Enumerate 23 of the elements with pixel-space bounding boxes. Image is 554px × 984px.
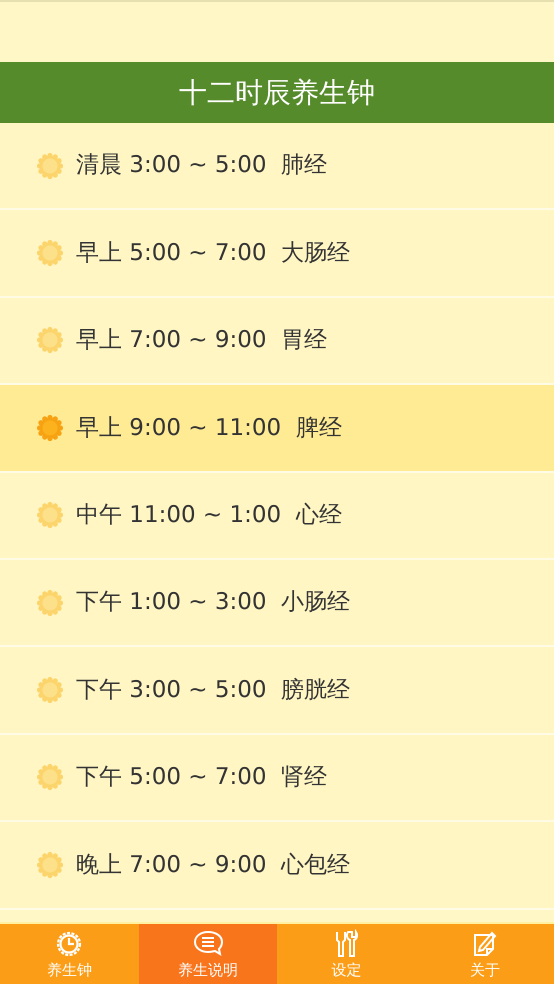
screen-title: 十二时辰养生钟 [179,74,375,110]
sun-icon [36,414,64,442]
row-label: 下午 3:00 ~ 5:00 膀胱经 [76,676,350,705]
row-label: 下午 1:00 ~ 3:00 小肠经 [76,588,350,618]
sun-icon [36,850,64,879]
sun-icon [36,239,64,268]
row-label: 中午 11:00 ~ 1:00 心经 [76,501,342,530]
row-label: 清晨 3:00 ~ 5:00 肺经 [76,151,328,180]
row-label: 下午 5:00 ~ 7:00 肾经 [76,763,328,792]
sun-icon [36,152,64,180]
row-label: 早上 7:00 ~ 9:00 胃经 [76,326,328,356]
sun-icon [36,326,64,354]
list-row[interactable]: 中午 11:00 ~ 1:00 心经 [0,472,554,560]
sun-icon [36,501,64,530]
list-row[interactable]: 早上 9:00 ~ 11:00 脾经 [0,385,554,473]
sun-icon [36,676,64,704]
row-label: 晚上 7:00 ~ 9:00 心包经 [76,850,350,880]
sun-icon [36,763,64,792]
sun-icon [36,588,64,617]
list-row[interactable]: 下午 5:00 ~ 7:00 肾经 [0,734,554,822]
row-label: 早上 5:00 ~ 7:00 大肠经 [76,238,350,268]
chat-icon [192,928,224,959]
row-label: 早上 9:00 ~ 11:00 脾经 [76,414,342,443]
